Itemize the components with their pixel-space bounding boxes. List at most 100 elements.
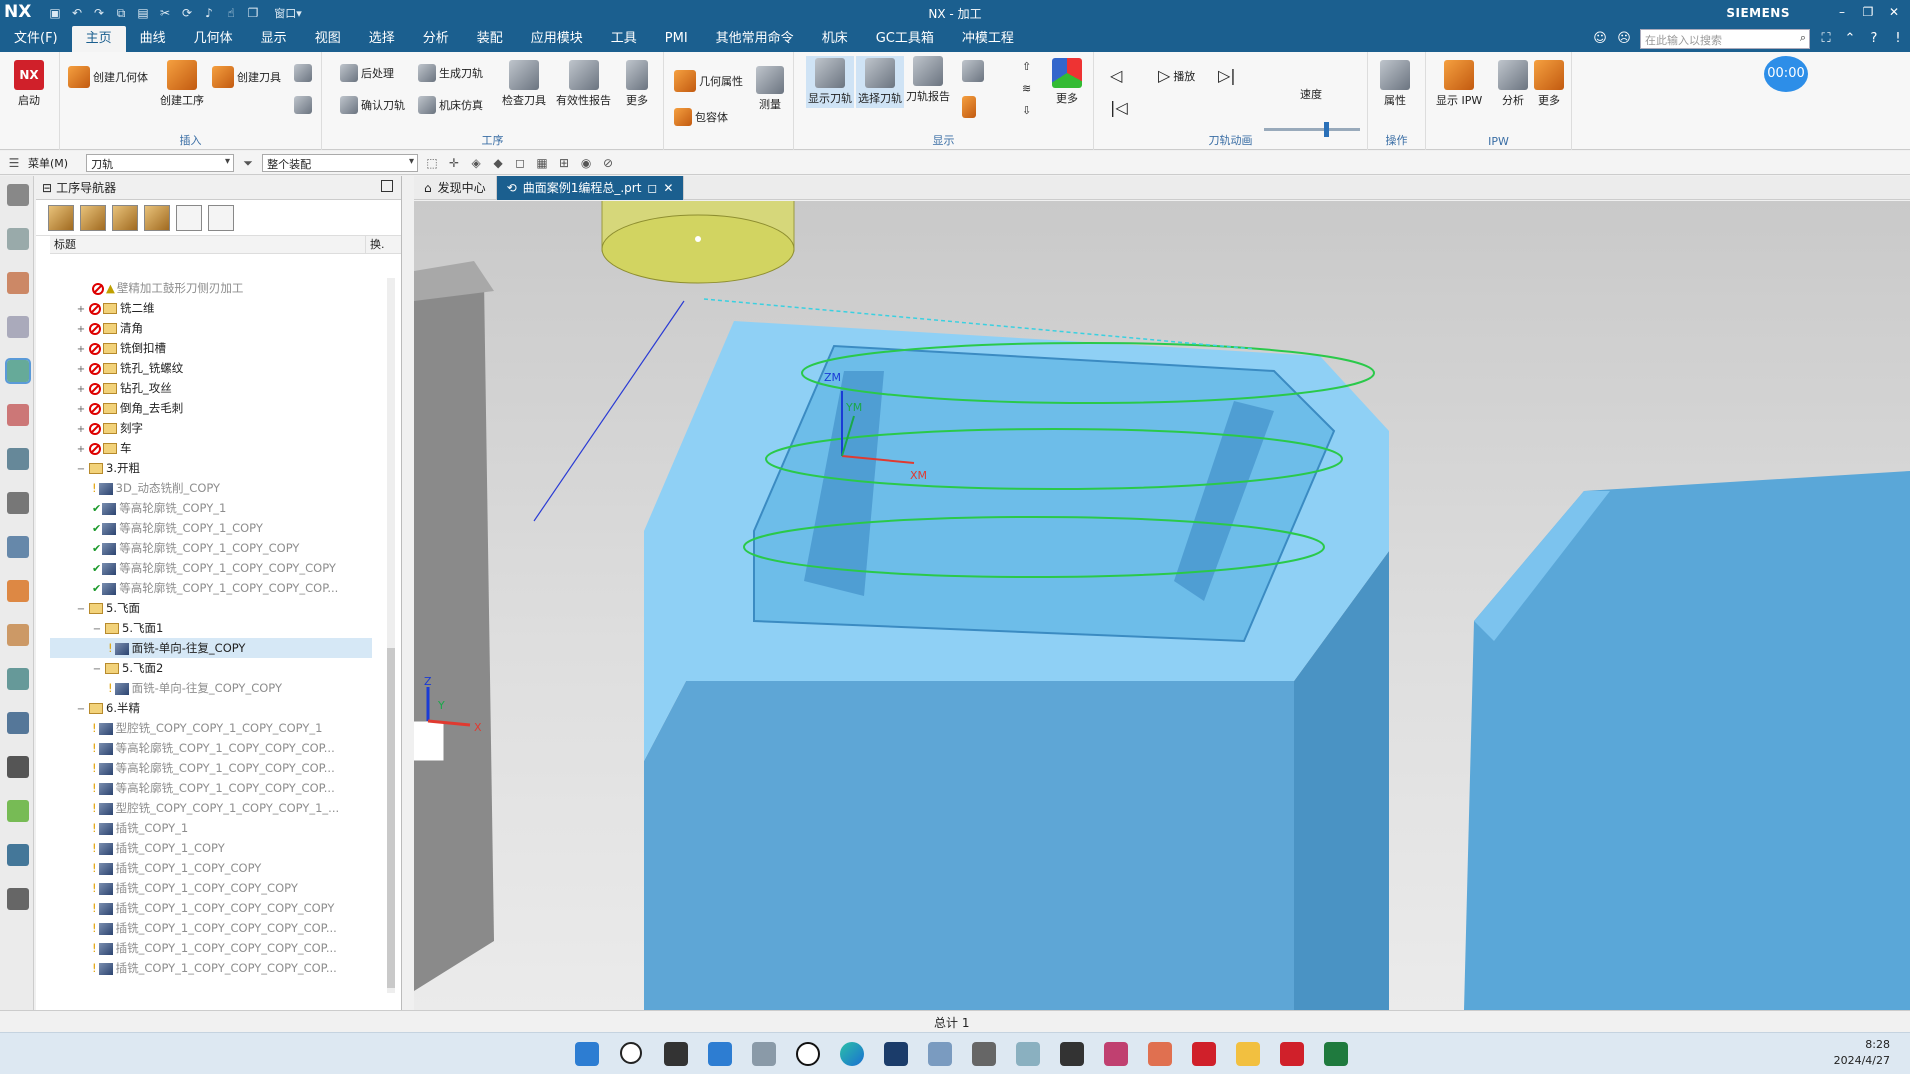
tree-row[interactable]: + 铣孔_铣螺纹 — [50, 358, 372, 378]
tree-row[interactable]: + 钻孔_攻丝 — [50, 378, 372, 398]
collapse-toggle-icon[interactable]: − — [76, 700, 86, 720]
ipw-more-button[interactable]: 更多 — [1534, 60, 1564, 108]
create-program-button[interactable] — [294, 96, 312, 114]
snap-point-icon[interactable]: ✛ — [446, 155, 462, 171]
step-forward-icon[interactable]: ▷| — [1218, 66, 1236, 85]
menu-item[interactable]: 文件(F) — [0, 26, 72, 52]
properties-button[interactable]: 属性 — [1380, 60, 1410, 108]
document-tab[interactable]: ⌂ 发现中心 — [414, 176, 497, 200]
postprocess-button[interactable]: 后处理 — [340, 64, 394, 82]
minimize-icon[interactable]: – — [1830, 2, 1854, 22]
hide-icon[interactable]: ⊘ — [600, 155, 616, 171]
col-change[interactable]: 换. — [366, 236, 385, 253]
ipw-analyze-button[interactable]: 分析 — [1498, 60, 1528, 108]
settings-icon[interactable] — [972, 1042, 996, 1066]
tree-row[interactable]: ! 等高轮廓铣_COPY_1_COPY_COPY_COP... — [50, 758, 372, 778]
menu-item[interactable]: 其他常用命令 — [702, 26, 808, 52]
tree-row[interactable]: − 5.飞面1 — [50, 618, 372, 638]
tree-row[interactable]: ! 3D_动态铣削_COPY — [50, 478, 372, 498]
expand-toggle-icon[interactable]: + — [76, 360, 86, 380]
eye-icon[interactable]: ◉ — [578, 155, 594, 171]
show-toolpath-button[interactable]: 显示刀轨 — [806, 56, 854, 108]
menu-item[interactable]: 选择 — [355, 26, 409, 52]
display-tool-button[interactable] — [962, 60, 984, 82]
menu-item[interactable]: 主页 — [71, 26, 126, 52]
youdao-icon[interactable] — [1192, 1042, 1216, 1066]
store-icon[interactable] — [884, 1042, 908, 1066]
tab-pin-icon[interactable]: ◻ — [647, 176, 657, 200]
menu-item[interactable]: 机床 — [808, 26, 862, 52]
tree-row[interactable]: − 5.飞面 — [50, 598, 372, 618]
menu-item[interactable]: PMI — [651, 26, 702, 52]
tree-row[interactable]: ! 插铣_COPY_1_COPY_COPY_COPY_COP... — [50, 918, 372, 938]
tree-row[interactable]: ! 面铣-单向-往复_COPY — [50, 638, 372, 658]
method-view-icon[interactable] — [144, 204, 170, 231]
play-button[interactable]: ▷ 播放 — [1158, 66, 1195, 85]
file-explorer-icon[interactable] — [1236, 1042, 1260, 1066]
tree-row[interactable]: ✔ 等高轮廓铣_COPY_1_COPY_COPY_COP... — [50, 578, 372, 598]
geometry-props-button[interactable]: 几何属性 — [674, 70, 743, 92]
dell-icon[interactable] — [796, 1042, 820, 1066]
menu-icon[interactable]: ☰ — [6, 155, 22, 171]
speed-slider[interactable] — [1264, 122, 1360, 137]
menu-item[interactable]: 装配 — [463, 26, 517, 52]
snap-mid-icon[interactable]: ◆ — [490, 155, 506, 171]
widgets-icon[interactable] — [708, 1042, 732, 1066]
layers-icon[interactable]: ≋ — [1022, 82, 1031, 95]
frown-icon[interactable]: ☹ — [1616, 31, 1632, 47]
maximize-pane-icon[interactable] — [381, 180, 393, 192]
view-orient-icon[interactable]: ⊞ — [556, 155, 572, 171]
palette-icon[interactable] — [7, 800, 29, 822]
help-icon[interactable]: ? — [1866, 31, 1882, 47]
machine-sim-button[interactable]: 机床仿真 — [418, 96, 483, 114]
display-more-button[interactable]: 更多 — [1052, 58, 1082, 106]
roles-icon[interactable] — [7, 184, 29, 206]
process-studio-icon[interactable] — [7, 756, 29, 778]
menu-item[interactable]: 分析 — [409, 26, 463, 52]
calculator-icon[interactable] — [752, 1042, 776, 1066]
app-icon[interactable] — [1104, 1042, 1128, 1066]
select-icon[interactable]: ⬚ — [424, 155, 440, 171]
close-icon[interactable]: ✕ — [1882, 2, 1906, 22]
tree-row[interactable]: ! 插铣_COPY_1_COPY_COPY_COPY_COP... — [50, 958, 372, 978]
tree-row[interactable]: ! 插铣_COPY_1_COPY — [50, 838, 372, 858]
expand-toggle-icon[interactable]: + — [76, 320, 86, 340]
rewind-icon[interactable]: |◁ — [1110, 98, 1128, 117]
tree-row[interactable]: + 刻字 — [50, 418, 372, 438]
arrow-down-icon[interactable]: ⇩ — [1022, 104, 1031, 117]
menu-dropdown[interactable]: 菜单(M) — [28, 155, 68, 171]
tools-icon[interactable] — [7, 888, 29, 910]
app-icon[interactable] — [1148, 1042, 1172, 1066]
tree-row[interactable]: ✔ 等高轮廓铣_COPY_1 — [50, 498, 372, 518]
start-menu-icon[interactable] — [575, 1042, 599, 1066]
cube-shaded-icon[interactable]: ▦ — [534, 155, 550, 171]
speed-slider-knob[interactable] — [1324, 122, 1329, 137]
tree-row[interactable]: + 清角 — [50, 318, 372, 338]
command-search-input[interactable]: 在此输入以搜索 ⌕ — [1640, 29, 1810, 49]
cube-icon[interactable]: ◻ — [512, 155, 528, 171]
graphics-viewport[interactable]: ZM YM XM Z Y X — [414, 201, 1910, 1010]
col-title[interactable]: 标题 — [50, 236, 366, 253]
assembly-navigator-icon[interactable] — [7, 272, 29, 294]
tree-row[interactable]: + 铣二维 — [50, 298, 372, 318]
tree-row[interactable]: ! 插铣_COPY_1_COPY_COPY_COPY_COP... — [50, 938, 372, 958]
tree-row[interactable]: − 3.开粗 — [50, 458, 372, 478]
tree-row[interactable]: ✔ 等高轮廓铣_COPY_1_COPY — [50, 518, 372, 538]
hd3d-icon[interactable] — [7, 580, 29, 602]
model-view[interactable]: ZM YM XM Z Y X — [414, 201, 1910, 1010]
tree-row[interactable]: + 铣倒扣槽 — [50, 338, 372, 358]
tree-row[interactable]: − 5.飞面2 — [50, 658, 372, 678]
expand-toggle-icon[interactable]: + — [76, 340, 86, 360]
tree-row[interactable]: − 6.半精 — [50, 698, 372, 718]
type-filter-select[interactable]: 刀轨 — [86, 153, 235, 172]
restore-icon[interactable]: ❐ — [1856, 2, 1880, 22]
verify-toolpath-button[interactable]: 确认刀轨 — [340, 96, 405, 114]
mfg-wizard-icon[interactable] — [7, 844, 29, 866]
assembly-scope-select[interactable]: 整个装配 — [262, 153, 419, 172]
create-method-button[interactable] — [294, 64, 312, 82]
tree-row[interactable]: + 倒角_去毛刺 — [50, 398, 372, 418]
web-browser-icon[interactable] — [7, 624, 29, 646]
create-tool-button[interactable]: 创建刀具 — [212, 66, 281, 88]
create-geometry-button[interactable]: 创建几何体 — [68, 66, 148, 88]
collapse-toggle-icon[interactable]: − — [92, 660, 102, 680]
